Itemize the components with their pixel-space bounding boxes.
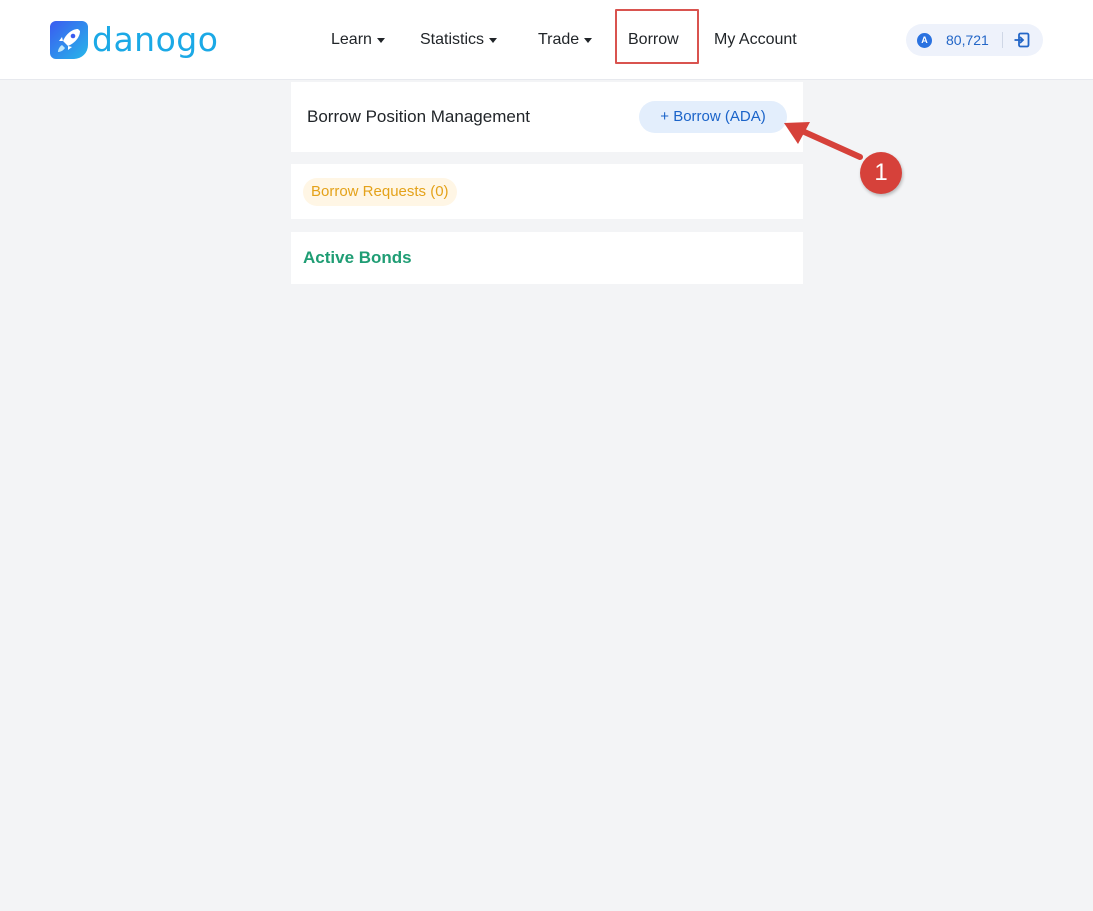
nav-my-account-label: My Account — [714, 31, 797, 48]
annotation-highlight-box — [615, 9, 699, 64]
borrow-position-card: Borrow Position Management + Borrow (ADA… — [291, 82, 803, 152]
nav-my-account[interactable]: My Account — [714, 27, 797, 53]
nav-learn[interactable]: Learn — [331, 27, 385, 53]
ada-coin-icon: A — [917, 33, 932, 48]
rocket-logo-icon — [50, 21, 88, 59]
borrow-ada-button[interactable]: + Borrow (ADA) — [639, 101, 787, 133]
nav-statistics-label: Statistics — [420, 31, 485, 48]
active-bonds-title[interactable]: Active Bonds — [303, 247, 412, 269]
wallet-balance-pill[interactable]: A 80,721 — [906, 24, 1043, 56]
logout-icon[interactable] — [1013, 31, 1031, 49]
brand-logo[interactable]: danogo — [50, 20, 218, 60]
annotation-step-badge: 1 — [860, 152, 902, 194]
nav-trade[interactable]: Trade — [538, 27, 593, 53]
borrow-requests-card: Borrow Requests (0) — [291, 164, 803, 219]
top-navbar: danogo Learn Statistics Trade Borrow My … — [0, 0, 1093, 80]
nav-trade-label: Trade — [538, 31, 580, 48]
nav-statistics[interactable]: Statistics — [420, 27, 498, 53]
divider — [1002, 32, 1003, 48]
wallet-balance: 80,721 — [946, 32, 989, 48]
borrow-requests-tab[interactable]: Borrow Requests (0) — [303, 178, 457, 206]
caret-down-icon — [489, 38, 498, 43]
nav-learn-label: Learn — [331, 31, 372, 48]
caret-down-icon — [584, 38, 593, 43]
active-bonds-card: Active Bonds — [291, 232, 803, 284]
brand-name: danogo — [92, 20, 219, 59]
page-title: Borrow Position Management — [307, 107, 531, 126]
caret-down-icon — [376, 38, 385, 43]
